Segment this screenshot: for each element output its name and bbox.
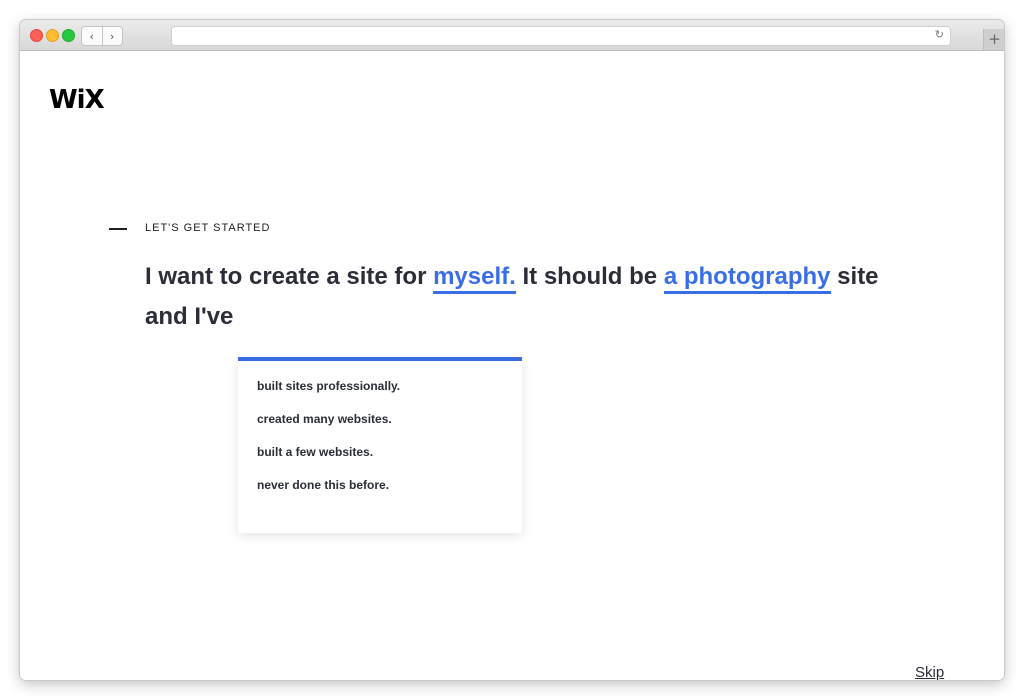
experience-option[interactable]: never done this before. (238, 472, 522, 505)
browser-window: ‹ › ↻ + WiX LET'S GET STARTED I want to … (20, 20, 1004, 680)
chevron-left-icon[interactable]: ‹ (82, 27, 103, 45)
close-window-button[interactable] (30, 29, 43, 42)
sentence-text: and I've (145, 303, 234, 330)
experience-option[interactable]: built sites professionally. (238, 373, 522, 406)
experience-option[interactable]: built a few websites. (238, 439, 522, 472)
sentence-line-2: and I've (145, 297, 879, 337)
page-content: WiX LET'S GET STARTED I want to create a… (20, 51, 1004, 680)
skip-link[interactable]: Skip (915, 664, 944, 680)
browser-titlebar: ‹ › ↻ + (20, 20, 1004, 51)
site-type-selector[interactable]: a photography (663, 263, 831, 294)
experience-dropdown: built sites professionally. created many… (238, 361, 522, 533)
sentence-text: It should be (522, 263, 658, 290)
zoom-window-button[interactable] (62, 29, 75, 42)
chevron-right-icon[interactable]: › (103, 27, 123, 45)
sentence-text: I want to create a site for (145, 263, 427, 290)
reload-icon[interactable]: ↻ (935, 28, 944, 41)
eyebrow-label: LET'S GET STARTED (145, 222, 271, 234)
sentence-text: site (837, 263, 879, 290)
plus-icon[interactable]: + (983, 29, 1004, 50)
experience-option[interactable]: created many websites. (238, 406, 522, 439)
minimize-window-button[interactable] (46, 29, 59, 42)
eyebrow-dash (109, 228, 127, 230)
site-for-selector[interactable]: myself. (433, 263, 516, 294)
onboarding-sentence: I want to create a site for myself. It s… (145, 257, 879, 337)
address-bar[interactable]: ↻ (171, 26, 951, 46)
sentence-line-1: I want to create a site for myself. It s… (145, 257, 879, 297)
wix-logo[interactable]: WiX (49, 85, 105, 115)
navigation-buttons: ‹ › (81, 26, 123, 46)
